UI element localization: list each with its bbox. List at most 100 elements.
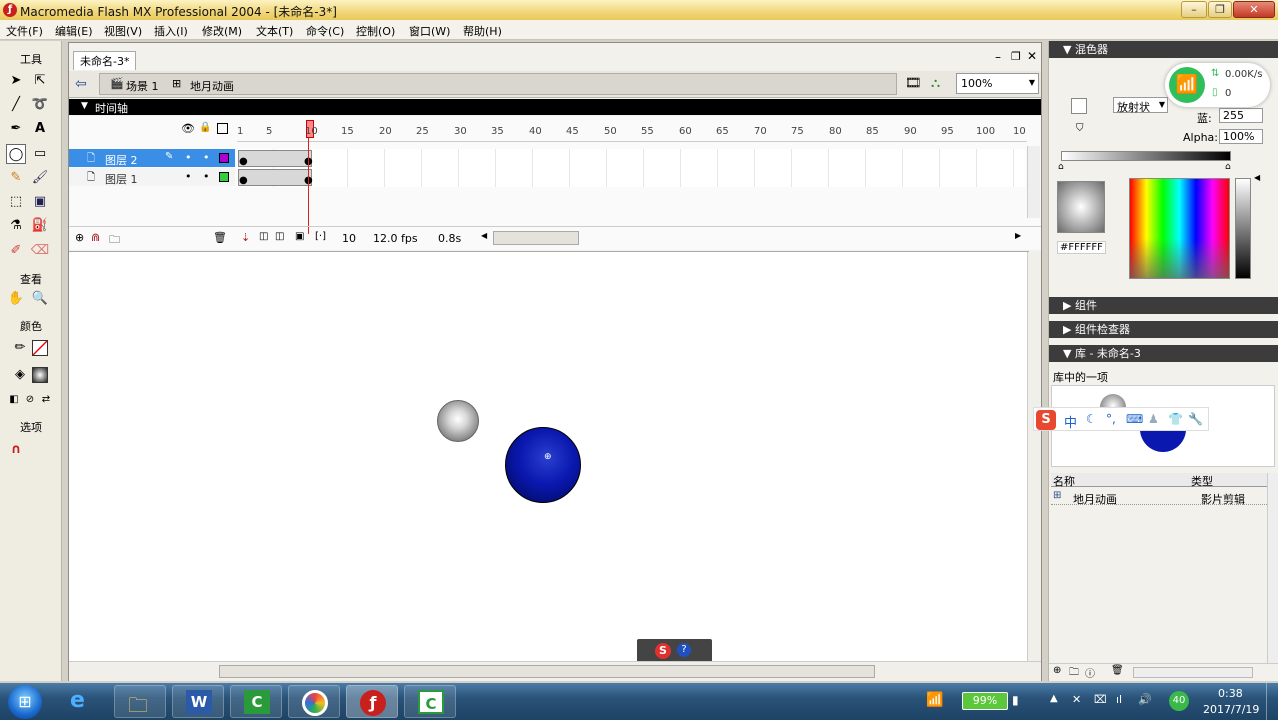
tray-app-icon[interactable]: ⌧ <box>1094 693 1107 706</box>
new-folder-icon[interactable]: 🗀 <box>1069 665 1079 682</box>
library-scrollbar-h[interactable] <box>1133 667 1253 678</box>
clock-time[interactable]: 0:38 <box>1218 687 1243 700</box>
trash-icon[interactable]: 🗑 <box>213 231 227 244</box>
menu-text[interactable]: 文本(T) <box>256 23 293 39</box>
keyboard-icon[interactable]: ⌨ <box>1126 412 1143 426</box>
edit-symbol-icon[interactable]: ⛬ <box>931 76 940 91</box>
library-scrollbar-v[interactable] <box>1267 473 1278 663</box>
tween-span-layer-1[interactable] <box>238 169 312 186</box>
blue-input[interactable]: 255 <box>1219 108 1263 123</box>
eyedropper-tool-icon[interactable]: ✐ <box>6 241 26 261</box>
inspector-panel-header[interactable]: ▶ 组件检查器 <box>1049 321 1278 338</box>
visibility-dot-icon[interactable]: • <box>185 170 192 183</box>
menu-control[interactable]: 控制(O) <box>356 23 395 39</box>
timeline-scrollbar-h[interactable] <box>493 231 579 245</box>
volume-icon[interactable]: 🔊 <box>1138 693 1152 706</box>
security-badge[interactable]: 40 <box>1169 691 1189 711</box>
menu-file[interactable]: 文件(F) <box>6 23 43 39</box>
fill-color-swatch[interactable] <box>32 367 48 383</box>
doc-minimize-icon[interactable]: – <box>995 50 1001 64</box>
start-button-icon[interactable]: ⊞ <box>8 685 42 719</box>
lasso-tool-icon[interactable]: ➰ <box>30 95 50 115</box>
eye-icon[interactable]: 👁 <box>181 122 195 135</box>
punctuation-icon[interactable]: °, <box>1106 412 1116 426</box>
components-panel-header[interactable]: ▶ 组件 <box>1049 297 1278 314</box>
stage-scrollbar-v[interactable] <box>1027 252 1041 666</box>
lock-dot-icon[interactable]: • <box>203 151 210 164</box>
brush-tool-icon[interactable]: 🖌 <box>30 168 50 188</box>
stroke-color-icon[interactable]: ✏ <box>10 338 30 358</box>
onion-skin-icon[interactable]: ◫ <box>259 231 268 242</box>
tray-expand-icon[interactable]: ▲ <box>1050 693 1058 704</box>
minimize-button[interactable]: – <box>1181 1 1207 18</box>
timeline-scrollbar-v[interactable] <box>1027 146 1040 218</box>
clock-date[interactable]: 2017/7/19 <box>1203 703 1259 716</box>
gradient-bar[interactable] <box>1061 151 1231 161</box>
layer-row-1[interactable]: 🗋 图层 1 • • <box>69 168 235 186</box>
lock-icon[interactable]: 🔒 <box>199 122 211 133</box>
edit-scene-icon[interactable]: 🎞 <box>905 76 922 91</box>
trash-icon[interactable]: 🗑 <box>1111 665 1124 676</box>
free-transform-tool-icon[interactable]: ⬚ <box>6 192 26 212</box>
subselect-tool-icon[interactable]: ⇱ <box>30 71 50 91</box>
taskbar-ie[interactable]: e <box>58 685 110 718</box>
battery-indicator[interactable]: 99% <box>962 692 1008 710</box>
library-panel-header[interactable]: ▼ 库 - 未命名-3 <box>1049 345 1278 362</box>
line-tool-icon[interactable]: ╱ <box>6 95 26 115</box>
ink-bottle-tool-icon[interactable]: ⚗ <box>6 216 26 236</box>
frame-rate[interactable]: 12.0 fps <box>373 232 418 245</box>
add-folder-icon[interactable]: 🗀 <box>109 231 120 250</box>
onion-outline-icon[interactable]: ◫ <box>275 231 284 242</box>
rectangle-tool-icon[interactable]: ▭ <box>30 144 50 164</box>
center-frame-icon[interactable]: ⇣ <box>241 231 250 244</box>
document-tab[interactable]: 未命名-3* <box>73 51 137 70</box>
lock-dot-icon[interactable]: • <box>203 170 210 183</box>
skin-shirt-icon[interactable]: 👕 <box>1168 412 1183 426</box>
col-type-header[interactable]: 类型 <box>1191 473 1213 489</box>
tray-app-icon[interactable]: ✕ <box>1072 693 1081 706</box>
stroke-color-swatch[interactable] <box>32 340 48 356</box>
stage[interactable]: ⊕ S ? <box>69 251 1041 666</box>
frames-grid[interactable] <box>237 149 1025 187</box>
mixer-panel-header[interactable]: ▼ 混色器 <box>1049 41 1278 58</box>
doc-restore-icon[interactable]: ❐ <box>1011 50 1021 63</box>
paint-bucket-tool-icon[interactable]: ⛽ <box>30 216 50 236</box>
layer-name[interactable]: 图层 1 <box>105 171 138 187</box>
edit-multiple-frames-icon[interactable]: ▣ <box>295 231 304 242</box>
gradient-pointer-icon[interactable]: ⌂ <box>1058 162 1064 172</box>
taskbar-camtasia-recorder[interactable]: C <box>404 685 456 718</box>
restore-button[interactable]: ❐ <box>1208 1 1232 18</box>
hex-value[interactable]: #FFFFFF <box>1057 241 1106 254</box>
help-icon[interactable]: ? <box>677 643 691 657</box>
fill-type-select[interactable]: 放射状 ▼ <box>1113 97 1168 114</box>
alpha-input[interactable]: 100% <box>1219 129 1263 144</box>
layer-row-2[interactable]: 🗋 图层 2 ✎ • • <box>69 149 235 167</box>
hand-tool-icon[interactable]: ✋ <box>6 289 26 309</box>
arrow-tool-icon[interactable]: ➤ <box>6 71 26 91</box>
keyframe-dot[interactable]: ● <box>239 156 248 167</box>
close-button[interactable]: ✕ <box>1233 1 1275 18</box>
brightness-slider[interactable] <box>1235 178 1251 279</box>
ime-mode[interactable]: 中 <box>1064 412 1077 431</box>
menu-window[interactable]: 窗口(W) <box>409 23 450 39</box>
eraser-tool-icon[interactable]: ⌫ <box>30 241 50 261</box>
moon-object[interactable] <box>437 400 479 442</box>
taskbar-camtasia[interactable]: C <box>230 685 282 718</box>
menu-modify[interactable]: 修改(M) <box>202 23 242 39</box>
add-layer-icon[interactable]: ⊕ <box>75 231 84 244</box>
menu-command[interactable]: 命令(C) <box>306 23 344 39</box>
layer-name[interactable]: 图层 2 <box>105 152 138 168</box>
wrench-icon[interactable]: 🔧 <box>1188 412 1203 426</box>
ime-floating-toolbar[interactable]: S ? <box>637 639 712 663</box>
frame-ruler[interactable]: 1 5 10 15 20 25 30 35 40 45 50 55 60 65 … <box>237 120 1027 142</box>
zoom-tool-icon[interactable]: 🔍 <box>30 289 50 309</box>
outline-icon[interactable] <box>217 123 228 134</box>
pen-tool-icon[interactable]: ✒ <box>6 119 26 139</box>
add-guide-layer-icon[interactable]: ⋒ <box>91 231 100 244</box>
breadcrumb-symbol[interactable]: 地月动画 <box>190 78 234 94</box>
earth-object[interactable] <box>505 427 581 503</box>
fill-bucket-icon[interactable]: ⛉ <box>1076 123 1084 134</box>
back-arrow-icon[interactable]: ⇦ <box>75 76 87 92</box>
taskbar-explorer[interactable]: 🗀 <box>114 685 166 718</box>
keyframe-dot[interactable]: ● <box>239 175 248 186</box>
